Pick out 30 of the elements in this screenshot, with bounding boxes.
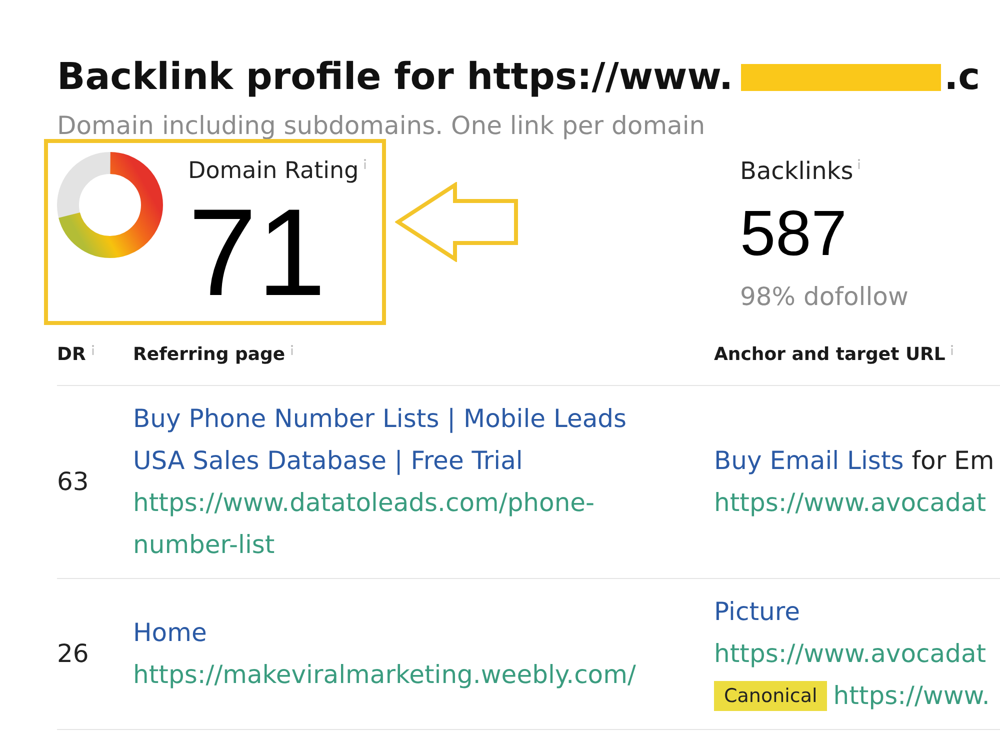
target-url-link[interactable]: https://www.avocadat <box>714 633 986 675</box>
metric-label: Domain Rating <box>188 157 359 185</box>
page-subtitle: Domain including subdomains. One link per domain <box>57 113 706 139</box>
left-arrow-icon <box>395 182 519 262</box>
info-icon[interactable] <box>90 344 95 354</box>
dr-value: 26 <box>57 639 89 668</box>
info-icon[interactable] <box>857 159 862 169</box>
page-title-end: .c <box>944 55 980 99</box>
info-icon[interactable] <box>290 344 294 354</box>
metric-label: Backlinks <box>740 157 854 185</box>
column-header: DR <box>57 344 86 366</box>
info-icon[interactable] <box>950 344 954 354</box>
dr-value: 63 <box>57 467 89 496</box>
info-icon[interactable] <box>362 159 367 169</box>
column-header: Referring page <box>133 344 286 366</box>
metric-note: 98% dofollow <box>740 282 908 312</box>
page-url-link[interactable]: https://makeviralmarketing.weebly.com/ <box>133 654 636 696</box>
canonical-badge: Canonical <box>714 681 828 711</box>
page-url-link[interactable]: https://www.datatoleads.com/phone-number-list <box>133 482 663 566</box>
anchor-link[interactable]: Buy Email Lists <box>714 446 904 475</box>
canonical-url-link[interactable]: https://www. <box>833 675 990 717</box>
metric-value: 587 <box>740 201 848 265</box>
column-header: Anchor and target URL <box>714 344 946 366</box>
page-title: Backlink profile for https://www. <box>57 55 734 99</box>
page-title-link[interactable]: Buy Phone Number Lists | Mobile Leads USA Sales Database | Free Trial <box>133 398 663 482</box>
page-title-link[interactable]: Home <box>133 612 207 654</box>
target-url-link[interactable]: https://www.avocadat <box>714 482 986 524</box>
anchor-link[interactable]: Picture <box>714 591 800 633</box>
metric-value: 71 <box>188 191 327 315</box>
anchor-text: Buy Email Lists for Em <box>714 445 994 477</box>
